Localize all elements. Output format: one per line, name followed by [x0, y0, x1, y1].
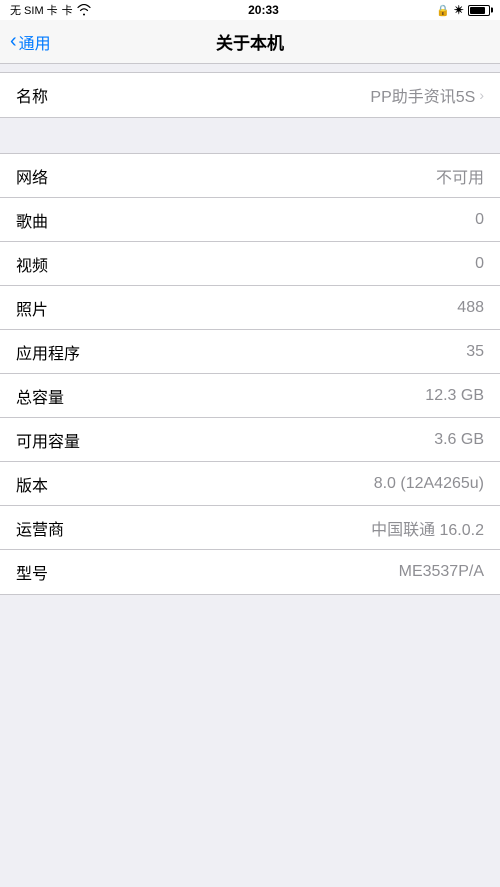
row-network: 网络 不可用	[0, 154, 500, 198]
bluetooth-icon: ✴	[454, 3, 464, 17]
value-network: 不可用	[436, 164, 484, 188]
value-version: 8.0 (12A4265u)	[374, 475, 484, 493]
value-carrier: 中国联通 16.0.2	[371, 516, 484, 540]
row-available: 可用容量 3.6 GB	[0, 418, 500, 462]
label-songs: 歌曲	[16, 208, 48, 232]
value-apps: 35	[466, 343, 484, 361]
label-carrier: 运营商	[16, 516, 64, 540]
wifi-icon	[77, 4, 91, 16]
nav-bar: ‹ 通用 关于本机	[0, 20, 500, 64]
label-name: 名称	[16, 83, 48, 107]
label-apps: 应用程序	[16, 340, 80, 364]
chevron-right-icon: ›	[479, 87, 484, 103]
page-title: 关于本机	[216, 29, 284, 54]
status-bar: 无 SIM 卡 卡 20:33 🔒 ✴	[0, 0, 500, 20]
carrier-label: 无 SIM 卡	[10, 2, 58, 18]
label-model: 型号	[16, 560, 48, 584]
spacer-top	[0, 64, 500, 72]
sim-label: 卡	[62, 2, 73, 18]
row-name[interactable]: 名称 PP助手资讯5S ›	[0, 73, 500, 117]
row-photos: 照片 488	[0, 286, 500, 330]
label-network: 网络	[16, 164, 48, 188]
label-version: 版本	[16, 472, 48, 496]
value-available: 3.6 GB	[434, 431, 484, 449]
status-bar-left: 无 SIM 卡 卡	[10, 2, 91, 18]
value-capacity: 12.3 GB	[425, 387, 484, 405]
row-model: 型号 ME3537P/A	[0, 550, 500, 594]
label-capacity: 总容量	[16, 384, 64, 408]
back-chevron-icon: ‹	[10, 31, 17, 51]
section-name: 名称 PP助手资讯5S ›	[0, 72, 500, 118]
row-apps: 应用程序 35	[0, 330, 500, 374]
value-videos: 0	[475, 255, 484, 273]
spacer-1	[0, 118, 500, 153]
battery-icon	[468, 5, 490, 16]
section-stats: 网络 不可用 歌曲 0 视频 0 照片 488 应用程序 35 总容量 12.3…	[0, 153, 500, 595]
row-songs: 歌曲 0	[0, 198, 500, 242]
back-button[interactable]: ‹ 通用	[10, 30, 51, 54]
row-capacity: 总容量 12.3 GB	[0, 374, 500, 418]
status-bar-right: 🔒 ✴	[436, 3, 490, 17]
value-name: PP助手资讯5S ›	[370, 83, 484, 107]
row-carrier: 运营商 中国联通 16.0.2	[0, 506, 500, 550]
value-songs: 0	[475, 211, 484, 229]
row-videos: 视频 0	[0, 242, 500, 286]
value-photos: 488	[457, 299, 484, 317]
value-model: ME3537P/A	[399, 563, 484, 581]
label-videos: 视频	[16, 252, 48, 276]
lock-icon: 🔒	[436, 4, 450, 17]
row-version: 版本 8.0 (12A4265u)	[0, 462, 500, 506]
label-available: 可用容量	[16, 428, 80, 452]
content: 名称 PP助手资讯5S › 网络 不可用 歌曲 0 视频 0 照片 488 应用…	[0, 64, 500, 595]
back-label: 通用	[19, 30, 51, 54]
label-photos: 照片	[16, 296, 48, 320]
status-bar-time: 20:33	[248, 3, 279, 17]
